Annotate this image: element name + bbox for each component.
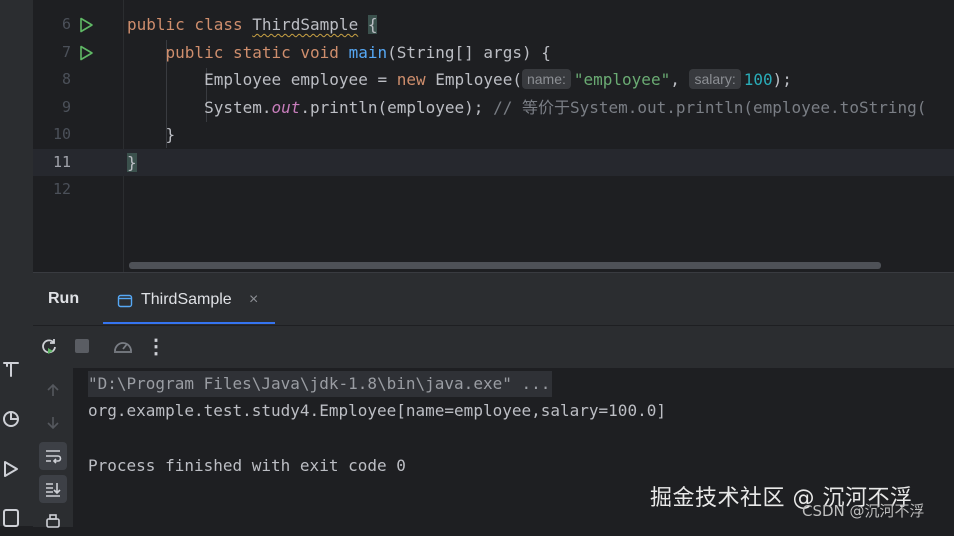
line-number: 6 xyxy=(61,15,71,33)
tab-label: ThirdSample xyxy=(141,291,232,308)
active-tab-indicator xyxy=(103,322,275,324)
code-line-8[interactable]: 8 Employee employee = new Employee(name:… xyxy=(33,66,954,93)
code-text: Employee employee = new Employee(name: "e… xyxy=(204,69,792,89)
code-text: public static void main(String[] args) { xyxy=(165,43,551,62)
watermark-csdn: CSDN @沉河不浮 xyxy=(802,502,925,520)
console-output-line: org.example.test.study4.Employee[name=em… xyxy=(88,401,666,420)
console-exit-line: Process finished with exit code 0 xyxy=(88,456,406,475)
code-line-7[interactable]: 7 public static void main(String[] args)… xyxy=(33,39,954,66)
code-line-11[interactable]: 11 } xyxy=(33,149,954,176)
run-toolbar: ⋮ xyxy=(33,326,954,368)
line-number: 8 xyxy=(61,70,71,88)
print-icon[interactable] xyxy=(39,508,67,536)
code-line-10[interactable]: 10 } xyxy=(33,121,954,148)
scroll-to-end-icon[interactable] xyxy=(39,475,67,503)
run-class-icon[interactable] xyxy=(78,17,94,33)
code-editor[interactable]: 6 public class ThirdSample { 7 public st… xyxy=(33,0,954,272)
console-side-toolbar xyxy=(33,368,73,528)
line-number: 11 xyxy=(52,153,71,171)
arrow-down-icon[interactable] xyxy=(39,409,67,437)
code-comment: // 等价于System.out.println(employee.toStri… xyxy=(493,98,927,117)
close-icon[interactable]: × xyxy=(249,291,258,309)
soft-wrap-icon[interactable] xyxy=(39,442,67,470)
services-icon[interactable] xyxy=(0,458,22,480)
run-panel-title: Run xyxy=(48,290,80,307)
terminal-icon[interactable] xyxy=(0,506,22,528)
code-line-12[interactable]: 12 xyxy=(33,176,954,203)
line-number: 10 xyxy=(52,125,71,143)
class-name: ThirdSample xyxy=(252,15,359,34)
code-line-9[interactable]: 9 System.out.println(employee); // 等价于Sy… xyxy=(33,94,954,121)
parameter-hint-salary: salary: xyxy=(689,69,741,89)
profile-speedometer-icon[interactable] xyxy=(111,334,135,358)
line-number: 7 xyxy=(61,43,71,61)
more-options-icon[interactable]: ⋮ xyxy=(144,334,168,358)
code-text: public class ThirdSample { xyxy=(127,15,378,34)
stop-icon[interactable] xyxy=(70,334,94,358)
horizontal-scrollbar[interactable] xyxy=(129,262,881,269)
code-text: System.out.println(employee); // 等价于Syst… xyxy=(204,98,927,117)
left-tool-strip xyxy=(0,0,34,528)
line-number: 9 xyxy=(61,98,71,116)
rerun-icon[interactable] xyxy=(37,334,61,358)
console-window-icon xyxy=(117,293,133,314)
parameter-hint-name: name: xyxy=(521,69,571,89)
line-number: 12 xyxy=(52,180,71,198)
profiler-icon[interactable] xyxy=(0,408,22,430)
run-tab-bar: Run ThirdSample × xyxy=(33,273,954,326)
tab-third-sample[interactable]: ThirdSample × xyxy=(103,278,275,324)
console-command-line[interactable]: "D:\Program Files\Java\jdk-1.8\bin\java.… xyxy=(88,371,553,397)
code-text: } xyxy=(127,153,137,172)
code-text: } xyxy=(165,125,176,144)
run-main-icon[interactable] xyxy=(78,45,94,61)
build-hammer-icon[interactable] xyxy=(0,358,22,380)
arrow-up-icon[interactable] xyxy=(39,376,67,404)
code-line-6[interactable]: 6 public class ThirdSample { xyxy=(33,11,954,38)
